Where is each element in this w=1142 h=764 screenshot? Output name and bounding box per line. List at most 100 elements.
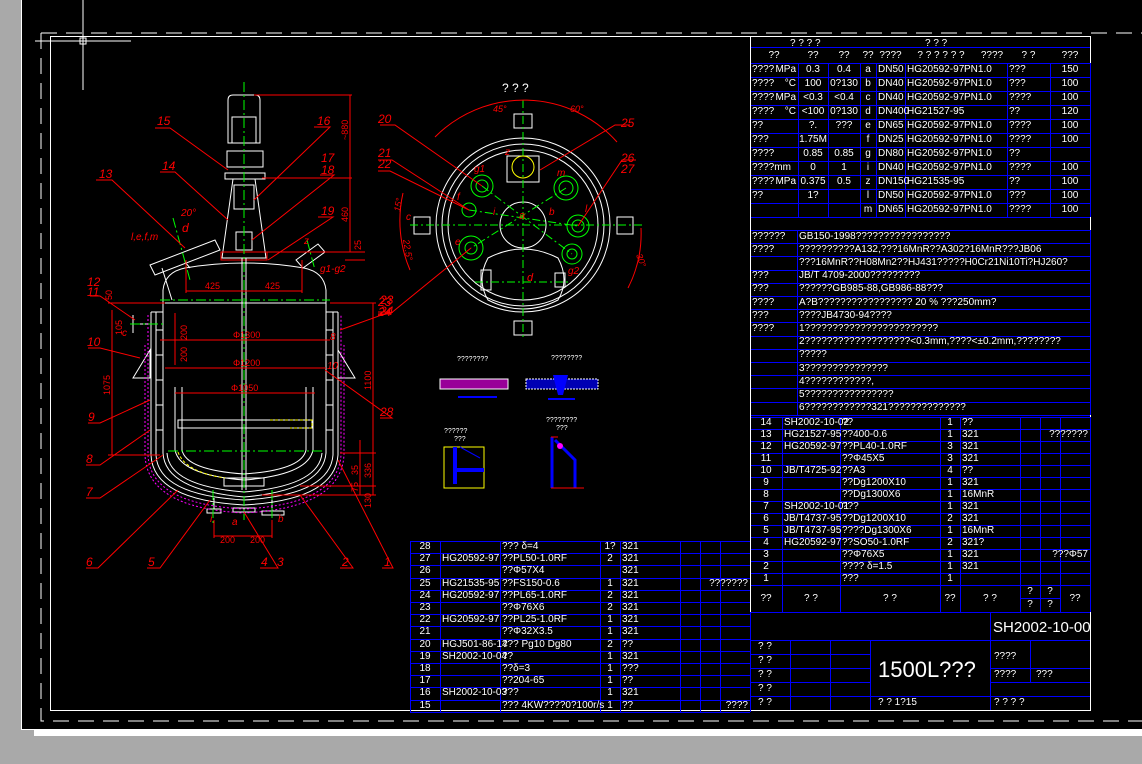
dim-75: 75 (350, 482, 360, 492)
part-row-name: ??PL65-1.0RF (502, 589, 568, 601)
parts-header-cell: ? (1047, 599, 1053, 610)
part-row-material: ?? (622, 638, 634, 650)
part-row-code (440, 565, 500, 577)
note-label (750, 388, 797, 401)
part-row-note: ??????? (709, 577, 748, 589)
part-row-code: JB/T4737-95 (784, 513, 842, 524)
part-row-name: ??? (842, 573, 859, 584)
part-label-10: 10 (87, 335, 101, 349)
spec-pn: PN1.0 (964, 190, 992, 201)
part-row-note (680, 565, 750, 577)
spec-unit: °C (784, 78, 796, 89)
part-label-9: 9 (88, 410, 95, 424)
part-row-name: ??Dg1200X10 (842, 477, 906, 488)
nozzle-label-a: a (232, 517, 238, 528)
spec-standard: HG21527-95 (907, 106, 965, 117)
note-text: 1???????????????????????? (799, 322, 939, 334)
spec-length: 100 (1061, 162, 1079, 173)
part-label-3: 3 (277, 555, 284, 569)
part-row-no: 2 (763, 561, 769, 572)
spec-shell: <100 (801, 106, 825, 117)
parts-header-cell: ? (1027, 599, 1033, 610)
part-row-note (1020, 465, 1090, 477)
part-row-qty: 1 (947, 561, 953, 572)
spec-shell: 0 (810, 162, 816, 173)
spec-unit: MPa (775, 64, 796, 75)
spec-code: m (863, 204, 873, 215)
spec-length: 100 (1061, 190, 1079, 201)
top-nozzle-g2: g2 (568, 266, 580, 277)
part-row-no: 9 (763, 477, 769, 488)
spec-purpose: ?? (1009, 106, 1021, 117)
part-row-no: 8 (763, 489, 769, 500)
spec-col-header: ? ? ? ? ? ? (917, 49, 965, 61)
callout-10: 10 (327, 361, 339, 372)
part-row-name: ??PL40-1.0RF (842, 441, 908, 452)
part-row-no: 6 (763, 513, 769, 524)
part-row-code: JB/T4737-95 (784, 525, 842, 536)
dim-angle-15: 15° (392, 197, 404, 213)
part-row-note (680, 675, 750, 687)
part-row-material: 321 (962, 549, 979, 560)
note-label (750, 362, 797, 375)
dim-1075: 1075 (102, 375, 112, 395)
part-row-note: ???? (725, 699, 748, 711)
part-row-material: 321 (962, 477, 979, 488)
top-nozzle-d: d (527, 272, 534, 284)
part-row-note (1020, 489, 1090, 501)
parts-header-cell: ? ? (883, 592, 897, 604)
part-row-material: 16MnR (962, 525, 995, 536)
part-row-code: SH2002-10-01 (784, 501, 850, 512)
spec-jacket (828, 133, 860, 147)
part-row-no: 26 (419, 565, 431, 577)
top-view-labels: ? ? ? 20 21 22 25 26 27 23 24 45° 60° 15… (377, 81, 648, 319)
part-label-5: 5 (148, 555, 155, 569)
top-nozzle-a: a (519, 210, 525, 222)
spec-code: g (865, 148, 871, 159)
spec-shell: <0.3 (803, 92, 823, 103)
spec-length: 100 (1061, 204, 1079, 215)
dim-200-d: 200 (250, 535, 265, 545)
part-row-note (680, 626, 750, 638)
note-label (750, 402, 797, 415)
top-nozzle-g1: g1 (474, 164, 485, 175)
nozzle-label-g1g2: g1-g2 (320, 264, 346, 275)
part-row-note (1020, 441, 1090, 453)
parts-header-cell: ? ? (804, 592, 818, 604)
spec-purpose: ??? (1009, 78, 1026, 89)
part-row-qty: 1 (607, 626, 613, 638)
spec-unit: °C (784, 106, 796, 117)
note-label: ??? (752, 270, 769, 282)
part-row-code (440, 663, 500, 675)
part-row-no: 19 (419, 650, 431, 662)
spec-jacket: 0?130 (830, 106, 858, 117)
part-row-code: SH2002-10-04 (442, 650, 508, 662)
part-row-qty: 1 (947, 573, 953, 584)
part-row-no: 25 (419, 577, 431, 589)
spec-standard: HG20592-97 (907, 190, 965, 201)
part-row-code: HG21535-95 (442, 577, 500, 589)
spec-pn: PN1.0 (964, 92, 992, 103)
part-row-qty: 2 (607, 602, 613, 614)
part-row-material: 321 (622, 565, 639, 577)
nozzle-label-z: z (303, 236, 309, 247)
spec-jacket: 0.5 (837, 176, 851, 187)
part-row-name: ??? 4KW????0?100r/s (502, 699, 605, 711)
part-row-material: 321 (622, 541, 639, 553)
part-row-note (1020, 525, 1090, 537)
callout-8: 8 (330, 332, 336, 343)
part-row-note (680, 687, 750, 699)
title-block: SH2002-10-00 ? ? ? ? ? ? ? ? ? ? 1500L??… (750, 612, 1091, 710)
part-row-note (1020, 513, 1090, 525)
part-row-qty: 4 (947, 465, 953, 476)
part-row-material: 321 (962, 513, 979, 524)
top-nozzle-b: b (549, 207, 555, 218)
part-label-6: 6 (86, 555, 93, 569)
spec-dn: DN25 (878, 134, 904, 145)
part-row-code (782, 453, 840, 465)
drawing-number: SH2002-10-00 (993, 619, 1091, 636)
detail-caption-2: ???????? (551, 355, 582, 362)
part-row-material: 321? (962, 537, 985, 548)
part-row-note (680, 651, 750, 663)
part-row-note (680, 663, 750, 675)
